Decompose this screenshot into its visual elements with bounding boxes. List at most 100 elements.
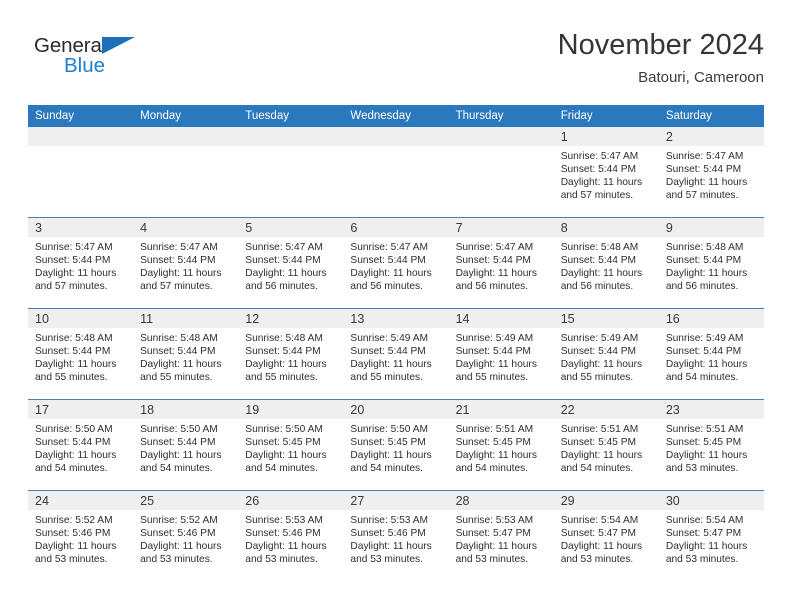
day-number: 27 bbox=[343, 491, 449, 510]
daylight-text-line1: Daylight: 11 hours bbox=[665, 359, 748, 371]
sunset-text: Sunset: 5:44 PM bbox=[665, 346, 742, 358]
day-details: Sunrise: 5:51 AM Sunset: 5:45 PM Dayligh… bbox=[449, 419, 554, 475]
day-cell[interactable]: 29 Sunrise: 5:54 AM Sunset: 5:47 PM Dayl… bbox=[553, 490, 659, 581]
daylight-text-line2: and 53 minutes. bbox=[560, 554, 634, 566]
day-cell[interactable]: 15 Sunrise: 5:49 AM Sunset: 5:44 PM Dayl… bbox=[553, 308, 659, 400]
daylight-text-line1: Daylight: 11 hours bbox=[455, 268, 537, 280]
day-cell[interactable]: 25 Sunrise: 5:52 AM Sunset: 5:46 PM Dayl… bbox=[133, 490, 239, 581]
day-cell[interactable]: 14 Sunrise: 5:49 AM Sunset: 5:44 PM Dayl… bbox=[448, 308, 554, 400]
day-details: Sunrise: 5:53 AM Sunset: 5:46 PM Dayligh… bbox=[238, 510, 343, 566]
day-details: Sunrise: 5:47 AM Sunset: 5:44 PM Dayligh… bbox=[133, 237, 238, 293]
daylight-text-line1: Daylight: 11 hours bbox=[560, 450, 643, 462]
day-details: Sunrise: 5:51 AM Sunset: 5:45 PM Dayligh… bbox=[554, 419, 659, 475]
logo-text-blue: Blue bbox=[64, 54, 106, 77]
sunrise-text: Sunrise: 5:54 AM bbox=[665, 515, 744, 526]
daylight-text-line2: and 57 minutes. bbox=[140, 281, 213, 293]
daylight-text-line2: and 54 minutes. bbox=[245, 463, 318, 475]
day-cell[interactable]: 16 Sunrise: 5:49 AM Sunset: 5:44 PM Dayl… bbox=[658, 308, 764, 400]
day-number: 12 bbox=[238, 309, 344, 328]
day-cell[interactable]: 8 Sunrise: 5:48 AM Sunset: 5:44 PM Dayli… bbox=[553, 217, 659, 309]
day-details: Sunrise: 5:47 AM Sunset: 5:44 PM Dayligh… bbox=[28, 237, 133, 293]
title-block: November 2024 Batouri, Cameroon bbox=[558, 28, 764, 86]
calendar-week-row: 10 Sunrise: 5:48 AM Sunset: 5:44 PM Dayl… bbox=[28, 308, 764, 400]
day-details: Sunrise: 5:48 AM Sunset: 5:44 PM Dayligh… bbox=[133, 328, 238, 384]
sunset-text: Sunset: 5:45 PM bbox=[665, 437, 742, 449]
day-cell[interactable]: 21 Sunrise: 5:51 AM Sunset: 5:45 PM Dayl… bbox=[448, 399, 554, 491]
sunrise-text: Sunrise: 5:53 AM bbox=[350, 515, 429, 526]
sunset-text: Sunset: 5:44 PM bbox=[35, 437, 111, 449]
day-cell[interactable]: 12 Sunrise: 5:48 AM Sunset: 5:44 PM Dayl… bbox=[238, 308, 344, 400]
daylight-text-line1: Daylight: 11 hours bbox=[245, 450, 327, 462]
daylight-text-line2: and 53 minutes. bbox=[35, 554, 108, 566]
sunset-text: Sunset: 5:44 PM bbox=[350, 346, 426, 358]
day-cell[interactable]: 3 Sunrise: 5:47 AM Sunset: 5:44 PM Dayli… bbox=[28, 217, 134, 309]
day-cell[interactable]: 10 Sunrise: 5:48 AM Sunset: 5:44 PM Dayl… bbox=[28, 308, 134, 400]
daylight-text-line1: Daylight: 11 hours bbox=[665, 177, 748, 189]
day-cell[interactable]: 27 Sunrise: 5:53 AM Sunset: 5:46 PM Dayl… bbox=[343, 490, 449, 581]
day-number: 7 bbox=[448, 218, 554, 237]
day-cell[interactable]: 5 Sunrise: 5:47 AM Sunset: 5:44 PM Dayli… bbox=[238, 217, 344, 309]
daylight-text-line2: and 53 minutes. bbox=[665, 463, 739, 475]
day-number: 8 bbox=[553, 218, 659, 237]
day-details: Sunrise: 5:47 AM Sunset: 5:44 PM Dayligh… bbox=[343, 237, 448, 293]
daylight-text-line2: and 56 minutes. bbox=[350, 281, 423, 293]
day-cell bbox=[238, 127, 344, 218]
day-number: 20 bbox=[343, 400, 449, 419]
daylight-text-line2: and 54 minutes. bbox=[560, 463, 634, 475]
day-number: 18 bbox=[133, 400, 239, 419]
daylight-text-line2: and 55 minutes. bbox=[140, 372, 213, 384]
day-cell[interactable]: 17 Sunrise: 5:50 AM Sunset: 5:44 PM Dayl… bbox=[28, 399, 134, 491]
day-number: 17 bbox=[28, 400, 134, 419]
weekday-header-wednesday: Wednesday bbox=[343, 105, 449, 127]
day-details: Sunrise: 5:49 AM Sunset: 5:44 PM Dayligh… bbox=[659, 328, 764, 384]
daylight-text-line1: Daylight: 11 hours bbox=[560, 359, 643, 371]
day-cell[interactable]: 11 Sunrise: 5:48 AM Sunset: 5:44 PM Dayl… bbox=[133, 308, 239, 400]
sunrise-text: Sunrise: 5:50 AM bbox=[140, 424, 218, 435]
day-details: Sunrise: 5:48 AM Sunset: 5:44 PM Dayligh… bbox=[238, 328, 343, 384]
day-cell[interactable]: 7 Sunrise: 5:47 AM Sunset: 5:44 PM Dayli… bbox=[448, 217, 554, 309]
day-cell[interactable]: 28 Sunrise: 5:53 AM Sunset: 5:47 PM Dayl… bbox=[448, 490, 554, 581]
sunrise-text: Sunrise: 5:52 AM bbox=[35, 515, 113, 526]
daylight-text-line1: Daylight: 11 hours bbox=[560, 177, 643, 189]
day-cell[interactable]: 2 Sunrise: 5:47 AM Sunset: 5:44 PM Dayli… bbox=[658, 127, 764, 218]
sunrise-text: Sunrise: 5:48 AM bbox=[245, 333, 323, 344]
day-number: 24 bbox=[28, 491, 134, 510]
day-details: Sunrise: 5:52 AM Sunset: 5:46 PM Dayligh… bbox=[133, 510, 238, 566]
day-details: Sunrise: 5:48 AM Sunset: 5:44 PM Dayligh… bbox=[28, 328, 133, 384]
day-cell[interactable]: 24 Sunrise: 5:52 AM Sunset: 5:46 PM Dayl… bbox=[28, 490, 134, 581]
sunrise-text: Sunrise: 5:51 AM bbox=[665, 424, 744, 435]
day-details: Sunrise: 5:54 AM Sunset: 5:47 PM Dayligh… bbox=[659, 510, 764, 566]
day-cell[interactable]: 22 Sunrise: 5:51 AM Sunset: 5:45 PM Dayl… bbox=[553, 399, 659, 491]
day-cell[interactable]: 20 Sunrise: 5:50 AM Sunset: 5:45 PM Dayl… bbox=[343, 399, 449, 491]
day-cell[interactable]: 6 Sunrise: 5:47 AM Sunset: 5:44 PM Dayli… bbox=[343, 217, 449, 309]
day-number: 10 bbox=[28, 309, 134, 328]
weekday-header-sunday: Sunday bbox=[28, 105, 134, 127]
day-cell[interactable]: 4 Sunrise: 5:47 AM Sunset: 5:44 PM Dayli… bbox=[133, 217, 239, 309]
day-cell[interactable]: 23 Sunrise: 5:51 AM Sunset: 5:45 PM Dayl… bbox=[658, 399, 764, 491]
day-number: 11 bbox=[133, 309, 239, 328]
day-cell[interactable]: 19 Sunrise: 5:50 AM Sunset: 5:45 PM Dayl… bbox=[238, 399, 344, 491]
sunrise-text: Sunrise: 5:49 AM bbox=[455, 333, 534, 344]
sunrise-text: Sunrise: 5:47 AM bbox=[455, 242, 534, 253]
day-details: Sunrise: 5:49 AM Sunset: 5:44 PM Dayligh… bbox=[449, 328, 554, 384]
day-details: Sunrise: 5:48 AM Sunset: 5:44 PM Dayligh… bbox=[659, 237, 764, 293]
day-cell[interactable]: 26 Sunrise: 5:53 AM Sunset: 5:46 PM Dayl… bbox=[238, 490, 344, 581]
daylight-text-line1: Daylight: 11 hours bbox=[665, 268, 748, 280]
weekday-header-monday: Monday bbox=[133, 105, 239, 127]
day-cell[interactable]: 9 Sunrise: 5:48 AM Sunset: 5:44 PM Dayli… bbox=[658, 217, 764, 309]
day-cell[interactable]: 13 Sunrise: 5:49 AM Sunset: 5:44 PM Dayl… bbox=[343, 308, 449, 400]
generalblue-logo[interactable]: General Blue bbox=[34, 35, 164, 88]
daylight-text-line1: Daylight: 11 hours bbox=[350, 450, 432, 462]
sunset-text: Sunset: 5:45 PM bbox=[455, 437, 531, 449]
sunrise-text: Sunrise: 5:49 AM bbox=[560, 333, 639, 344]
day-cell[interactable]: 30 Sunrise: 5:54 AM Sunset: 5:47 PM Dayl… bbox=[658, 490, 764, 581]
sunrise-text: Sunrise: 5:50 AM bbox=[245, 424, 323, 435]
sunrise-text: Sunrise: 5:47 AM bbox=[560, 151, 639, 162]
day-cell[interactable]: 18 Sunrise: 5:50 AM Sunset: 5:44 PM Dayl… bbox=[133, 399, 239, 491]
day-details: Sunrise: 5:50 AM Sunset: 5:45 PM Dayligh… bbox=[343, 419, 448, 475]
day-cell[interactable]: 1 Sunrise: 5:47 AM Sunset: 5:44 PM Dayli… bbox=[553, 127, 659, 218]
sunset-text: Sunset: 5:44 PM bbox=[140, 346, 216, 358]
sunrise-text: Sunrise: 5:49 AM bbox=[665, 333, 744, 344]
daylight-text-line1: Daylight: 11 hours bbox=[140, 359, 222, 371]
day-details: Sunrise: 5:54 AM Sunset: 5:47 PM Dayligh… bbox=[554, 510, 659, 566]
